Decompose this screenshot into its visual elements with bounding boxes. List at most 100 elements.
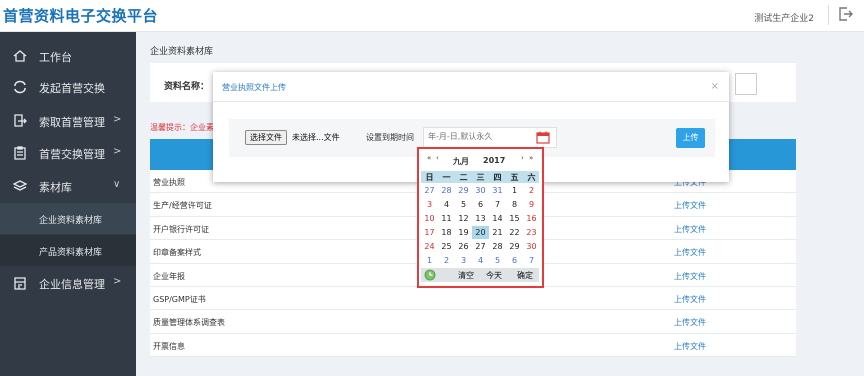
calendar-day[interactable]: 28 bbox=[438, 184, 455, 197]
calendar-day[interactable]: 28 bbox=[489, 240, 506, 253]
sidebar-item-company-info[interactable]: 企业信息管理 > bbox=[0, 268, 136, 299]
calendar-day[interactable]: 1 bbox=[506, 184, 523, 197]
calendar-day[interactable]: 2 bbox=[523, 184, 540, 197]
sidebar-item-start-exchange[interactable]: 发起首营交换 bbox=[0, 72, 136, 103]
sidebar-item-exchange-management[interactable]: 首营交换管理 > bbox=[0, 138, 136, 169]
hint-text: 温馨提示：企业素 bbox=[150, 123, 214, 132]
upload-file-link[interactable]: 上传文件 bbox=[674, 247, 706, 258]
filter-input[interactable] bbox=[735, 73, 757, 95]
row-name: 开户银行许可证 bbox=[153, 224, 209, 234]
next-year-button[interactable]: » bbox=[529, 154, 533, 162]
calendar-day[interactable]: 16 bbox=[523, 212, 540, 225]
row-name: 印章备案样式 bbox=[153, 248, 201, 258]
calendar-day[interactable]: 29 bbox=[506, 240, 523, 253]
date-picker: « ‹ 九月 2017 › » 日一二三四五六 27 28 29 30 31 1 2 3 4 5 6… bbox=[421, 150, 539, 284]
calendar-day[interactable]: 18 bbox=[438, 226, 455, 239]
month-label[interactable]: 九月 bbox=[453, 156, 469, 167]
building-icon bbox=[14, 277, 26, 290]
calendar-day[interactable]: 31 bbox=[489, 184, 506, 197]
calendar-day[interactable]: 21 bbox=[489, 226, 506, 239]
calendar-day[interactable]: 6 bbox=[472, 198, 489, 211]
upload-file-link[interactable]: 上传文件 bbox=[674, 294, 706, 305]
home-icon bbox=[13, 50, 27, 62]
sidebar-item-product-materials[interactable]: 产品资料素材库 bbox=[0, 235, 136, 266]
calendar-day[interactable]: 7 bbox=[489, 198, 506, 211]
prev-year-button[interactable]: « bbox=[427, 154, 431, 162]
file-status: 未选择...文件 bbox=[292, 133, 340, 142]
upload-file-link[interactable]: 上传文件 bbox=[674, 341, 706, 352]
calendar-day[interactable]: 3 bbox=[421, 198, 438, 211]
date-field[interactable] bbox=[423, 127, 557, 148]
calendar-day[interactable]: 8 bbox=[506, 198, 523, 211]
calendar-day[interactable]: 15 bbox=[506, 212, 523, 225]
dialog-title: 营业执照文件上传 bbox=[222, 83, 286, 92]
next-month-button[interactable]: › bbox=[521, 154, 524, 162]
chevron-down-icon: ∨ bbox=[113, 179, 121, 190]
calendar-day[interactable]: 27 bbox=[421, 184, 438, 197]
sidebar: 工作台 发起首营交换 索取首营管理 > 首营交换管理 > 素材库 ∨ 企业资料素… bbox=[0, 32, 136, 376]
calendar-day[interactable]: 13 bbox=[472, 212, 489, 225]
row-name: 企业年报 bbox=[153, 271, 185, 281]
exchange-icon bbox=[14, 80, 26, 94]
calendar-day[interactable]: 17 bbox=[421, 226, 438, 239]
calendar-day[interactable]: 12 bbox=[455, 212, 472, 225]
close-icon[interactable]: × bbox=[711, 82, 719, 92]
upload-button[interactable]: 上传 bbox=[676, 128, 705, 148]
clock-icon[interactable] bbox=[424, 269, 436, 281]
upload-file-link[interactable]: 上传文件 bbox=[674, 200, 706, 211]
sidebar-item-label: 产品资料素材库 bbox=[39, 248, 103, 258]
calendar-day[interactable]: 5 bbox=[489, 254, 506, 267]
row-name: 营业执照 bbox=[153, 178, 185, 187]
calendar-day[interactable]: 20 bbox=[472, 226, 489, 239]
date-input[interactable] bbox=[428, 132, 532, 141]
confirm-button[interactable]: 确定 bbox=[517, 270, 533, 281]
calendar-day[interactable]: 25 bbox=[438, 240, 455, 253]
date-picker-highlight: « ‹ 九月 2017 › » 日一二三四五六 27 28 29 30 31 1 2 3 4 5 6… bbox=[417, 147, 544, 288]
calendar-day[interactable]: 14 bbox=[489, 212, 506, 225]
calendar-day[interactable]: 22 bbox=[506, 226, 523, 239]
calendar-day[interactable]: 27 bbox=[472, 240, 489, 253]
calendar-day[interactable]: 10 bbox=[421, 212, 438, 225]
sidebar-item-request-management[interactable]: 索取首营管理 > bbox=[0, 106, 136, 137]
sidebar-item-workbench[interactable]: 工作台 bbox=[0, 41, 136, 72]
calendar-day[interactable]: 4 bbox=[438, 198, 455, 211]
calendar-day[interactable]: 30 bbox=[523, 240, 540, 253]
calendar-day[interactable]: 30 bbox=[472, 184, 489, 197]
row-name: 生产/经营许可证 bbox=[153, 201, 212, 211]
chevron-right-icon: > bbox=[113, 276, 122, 287]
sidebar-item-company-materials[interactable]: 企业资料素材库 bbox=[0, 203, 136, 234]
calendar-day[interactable]: 29 bbox=[455, 184, 472, 197]
calendar-day[interactable]: 4 bbox=[472, 254, 489, 267]
table-row: GSP/GMP证书 上传文件 bbox=[150, 286, 796, 311]
sidebar-item-label: 企业信息管理 bbox=[39, 278, 105, 291]
row-name: 质量管理体系调查表 bbox=[153, 318, 225, 328]
user-name[interactable]: 测试生产企业2 bbox=[754, 11, 814, 24]
year-label[interactable]: 2017 bbox=[483, 156, 505, 165]
calendar-day[interactable]: 3 bbox=[455, 254, 472, 267]
calendar-day[interactable]: 23 bbox=[523, 226, 540, 239]
calendar-day[interactable]: 11 bbox=[438, 212, 455, 225]
calendar-day[interactable]: 2 bbox=[438, 254, 455, 267]
calendar-icon[interactable] bbox=[536, 131, 550, 144]
calendar-day[interactable]: 6 bbox=[506, 254, 523, 267]
prev-month-button[interactable]: ‹ bbox=[436, 154, 439, 162]
sidebar-item-material-library[interactable]: 素材库 ∨ bbox=[0, 171, 136, 202]
top-header: 首营资料电子交换平台 测试生产企业2 bbox=[0, 0, 864, 32]
choose-file-button[interactable]: 选择文件 bbox=[245, 130, 287, 145]
logout-button[interactable] bbox=[828, 5, 854, 25]
today-button[interactable]: 今天 bbox=[486, 270, 502, 281]
upload-file-link[interactable]: 上传文件 bbox=[674, 224, 706, 235]
calendar-day[interactable]: 19 bbox=[455, 226, 472, 239]
layers-icon bbox=[12, 180, 28, 191]
upload-file-link[interactable]: 上传文件 bbox=[674, 271, 706, 282]
weekday-label: 日 bbox=[425, 173, 434, 182]
calendar-day[interactable]: 24 bbox=[421, 240, 438, 253]
calendar-day[interactable]: 1 bbox=[421, 254, 438, 267]
calendar-day[interactable]: 7 bbox=[523, 254, 540, 267]
upload-file-link[interactable]: 上传文件 bbox=[674, 317, 706, 328]
calendar-day[interactable]: 5 bbox=[455, 198, 472, 211]
weekday-label: 一 bbox=[442, 173, 451, 182]
calendar-day[interactable]: 9 bbox=[523, 198, 540, 211]
clear-button[interactable]: 清空 bbox=[458, 270, 474, 281]
calendar-day[interactable]: 26 bbox=[455, 240, 472, 253]
